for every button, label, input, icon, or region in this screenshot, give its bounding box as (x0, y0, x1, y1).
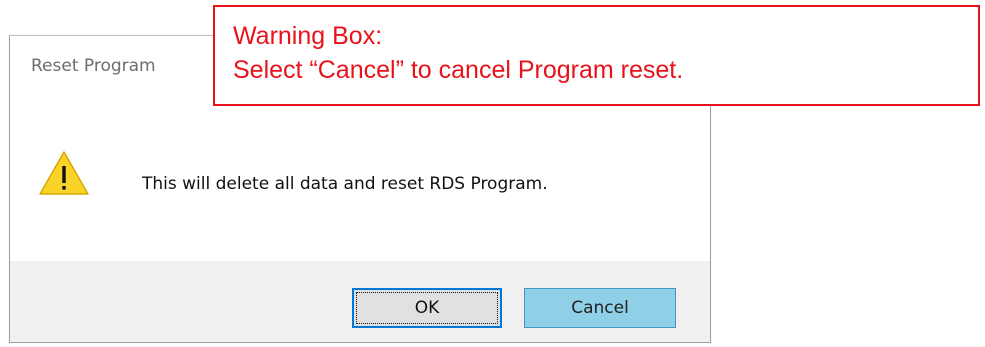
cancel-button[interactable]: Cancel (524, 288, 676, 328)
annotation-line-2: Select “Cancel” to cancel Program reset. (233, 56, 684, 84)
annotation-line-1: Warning Box: (233, 22, 383, 50)
annotation-callout: Warning Box: Select “Cancel” to cancel P… (213, 5, 980, 106)
warning-icon (38, 149, 90, 197)
cancel-button-label: Cancel (571, 298, 629, 318)
ok-button[interactable]: OK (352, 288, 502, 328)
dialog-message: This will delete all data and reset RDS … (142, 174, 548, 194)
dialog-title: Reset Program (31, 56, 156, 76)
ok-button-label: OK (414, 298, 440, 318)
stage: Reset Program This will delete all data … (0, 0, 985, 347)
